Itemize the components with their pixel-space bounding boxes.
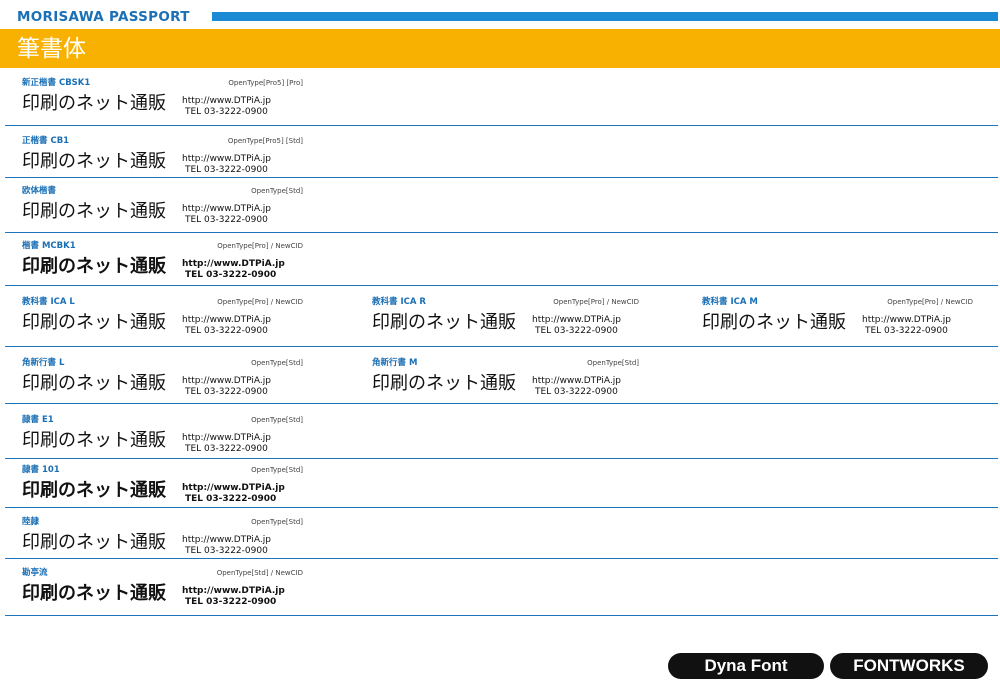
font-name: 隷書 E1: [22, 415, 54, 425]
font-name: 新正楷書 CBSK1: [22, 78, 91, 88]
font-row: 欧体楷書 OpenType[Std] 印刷のネット通販 http://www.DTPi…: [5, 185, 998, 233]
font-entry: 勘亭流 OpenType[Std] / NewCID 印刷のネット通販 http://…: [5, 567, 303, 615]
font-format: OpenType[Pro] / NewCID: [217, 242, 303, 250]
url-text: http://www.DTPiA.jp: [532, 315, 621, 325]
font-entry: 教科書 ICA L OpenType[Pro] / NewCID 印刷のネット通販 h…: [5, 296, 303, 346]
font-name: 教科書 ICA M: [702, 297, 758, 307]
font-row: 楷書 MCBK1 OpenType[Pro] / NewCID 印刷のネット通販 ht…: [5, 240, 998, 286]
font-format: OpenType[Pro] / NewCID: [217, 298, 303, 306]
font-entry: 教科書 ICA R OpenType[Pro] / NewCID 印刷のネット通販 h…: [355, 296, 655, 346]
tel-text: TEL 03-3222-0900: [185, 387, 268, 397]
tel-text: TEL 03-3222-0900: [185, 326, 268, 336]
tel-text: TEL 03-3222-0900: [185, 444, 268, 454]
tel-text: TEL 03-3222-0900: [865, 326, 948, 336]
font-format: OpenType[Pro] / NewCID: [887, 298, 973, 306]
font-format: OpenType[Std]: [587, 359, 639, 367]
font-format: OpenType[Pro] / NewCID: [553, 298, 639, 306]
tel-text: TEL 03-3222-0900: [185, 494, 277, 504]
font-sample: 印刷のネット通販: [22, 430, 166, 451]
font-sample: 印刷のネット通販: [22, 373, 166, 394]
tel-text: TEL 03-3222-0900: [535, 387, 618, 397]
font-row: 教科書 ICA L OpenType[Pro] / NewCID 印刷のネット通販 h…: [5, 296, 998, 347]
font-sample: 印刷のネット通販: [22, 583, 166, 604]
url-text: http://www.DTPiA.jp: [182, 204, 271, 214]
font-sample: 印刷のネット通販: [702, 312, 846, 333]
font-row: 角新行書 L OpenType[Std] 印刷のネット通販 http://www.DT…: [5, 357, 998, 404]
font-sample: 印刷のネット通販: [22, 93, 166, 114]
font-entry: 角新行書 L OpenType[Std] 印刷のネット通販 http://www.DT…: [5, 357, 303, 403]
page-title: 筆書体: [17, 36, 86, 62]
font-entry: 角新行書 M OpenType[Std] 印刷のネット通販 http://www.DT…: [355, 357, 655, 403]
tel-text: TEL 03-3222-0900: [185, 270, 277, 280]
font-name: 教科書 ICA L: [22, 297, 75, 307]
font-row: 正楷書 CB1 OpenType[Pro5] [Std] 印刷のネット通販 http:…: [5, 135, 998, 178]
font-name: 楷書 MCBK1: [22, 241, 76, 251]
font-sample: 印刷のネット通販: [22, 151, 166, 172]
font-sample: 印刷のネット通販: [22, 256, 166, 277]
font-format: OpenType[Std]: [251, 359, 303, 367]
font-format: OpenType[Std]: [251, 518, 303, 526]
url-text: http://www.DTPiA.jp: [862, 315, 951, 325]
font-format: OpenType[Pro5] [Std]: [227, 137, 303, 145]
font-entry: 隷書 101 OpenType[Std] 印刷のネット通販 http://www.DT…: [5, 464, 303, 507]
font-format: OpenType[Std] / NewCID: [216, 569, 303, 577]
url-text: http://www.DTPiA.jp: [182, 483, 285, 493]
tel-text: TEL 03-3222-0900: [185, 546, 268, 556]
font-entry: 楷書 MCBK1 OpenType[Pro] / NewCID 印刷のネット通販 ht…: [5, 240, 303, 285]
font-row: 隷書 E1 OpenType[Std] 印刷のネット通販 http://www.DTP…: [5, 414, 998, 459]
url-text: http://www.DTPiA.jp: [182, 376, 271, 386]
font-row: 陸隷 OpenType[Std] 印刷のネット通販 http://www.DTPiA.…: [5, 516, 998, 559]
font-sample: 印刷のネット通販: [372, 373, 516, 394]
font-row: 隷書 101 OpenType[Std] 印刷のネット通販 http://www.DT…: [5, 464, 998, 508]
font-name: 陸隷: [22, 517, 40, 527]
font-sample: 印刷のネット通販: [22, 532, 166, 553]
font-format: OpenType[Std]: [251, 416, 303, 424]
font-name: 角新行書 L: [22, 358, 65, 368]
url-text: http://www.DTPiA.jp: [182, 433, 271, 443]
fontworks-button[interactable]: FONTWORKS: [830, 653, 988, 679]
url-text: http://www.DTPiA.jp: [182, 535, 271, 545]
font-entry: 陸隷 OpenType[Std] 印刷のネット通販 http://www.DTPiA.…: [5, 516, 303, 558]
tel-text: TEL 03-3222-0900: [185, 597, 277, 607]
font-entry: 新正楷書 CBSK1 OpenType[Pro5] [Pro] 印刷のネット通販 ht…: [5, 77, 303, 125]
title-bar: 筆書体: [0, 29, 1000, 68]
font-sample: 印刷のネット通販: [372, 312, 516, 333]
url-text: http://www.DTPiA.jp: [182, 315, 271, 325]
font-name: 隷書 101: [22, 465, 60, 475]
font-sample: 印刷のネット通販: [22, 480, 166, 501]
url-text: http://www.DTPiA.jp: [182, 586, 285, 596]
url-text: http://www.DTPiA.jp: [182, 154, 271, 164]
tel-text: TEL 03-3222-0900: [185, 165, 268, 175]
font-format: OpenType[Std]: [251, 187, 303, 195]
tel-text: TEL 03-3222-0900: [185, 107, 268, 117]
font-name: 勘亭流: [22, 568, 48, 578]
font-row: 新正楷書 CBSK1 OpenType[Pro5] [Pro] 印刷のネット通販 ht…: [5, 77, 998, 126]
url-text: http://www.DTPiA.jp: [182, 259, 285, 269]
header-rule: [212, 12, 998, 21]
header-bar: MORISAWA PASSPORT: [0, 0, 1000, 28]
font-name: 教科書 ICA R: [372, 297, 426, 307]
tel-text: TEL 03-3222-0900: [185, 215, 268, 225]
brand-label: MORISAWA PASSPORT: [17, 9, 190, 25]
url-text: http://www.DTPiA.jp: [182, 96, 271, 106]
font-name: 正楷書 CB1: [22, 136, 70, 146]
url-text: http://www.DTPiA.jp: [532, 376, 621, 386]
font-name: 欧体楷書: [22, 186, 57, 196]
font-sample: 印刷のネット通販: [22, 201, 166, 222]
tel-text: TEL 03-3222-0900: [535, 326, 618, 336]
font-sample: 印刷のネット通販: [22, 312, 166, 333]
font-entry: 教科書 ICA M OpenType[Pro] / NewCID 印刷のネット通販 h…: [685, 296, 985, 346]
font-entry: 隷書 E1 OpenType[Std] 印刷のネット通販 http://www.DTP…: [5, 414, 303, 458]
font-entry: 欧体楷書 OpenType[Std] 印刷のネット通販 http://www.DTPi…: [5, 185, 303, 232]
font-row: 勘亭流 OpenType[Std] / NewCID 印刷のネット通販 http://…: [5, 567, 998, 616]
font-format: OpenType[Std]: [251, 466, 303, 474]
font-name: 角新行書 M: [372, 358, 418, 368]
dyna-font-button[interactable]: Dyna Font: [668, 653, 824, 679]
font-entry: 正楷書 CB1 OpenType[Pro5] [Std] 印刷のネット通販 http:…: [5, 135, 303, 177]
font-format: OpenType[Pro5] [Pro]: [228, 79, 303, 87]
